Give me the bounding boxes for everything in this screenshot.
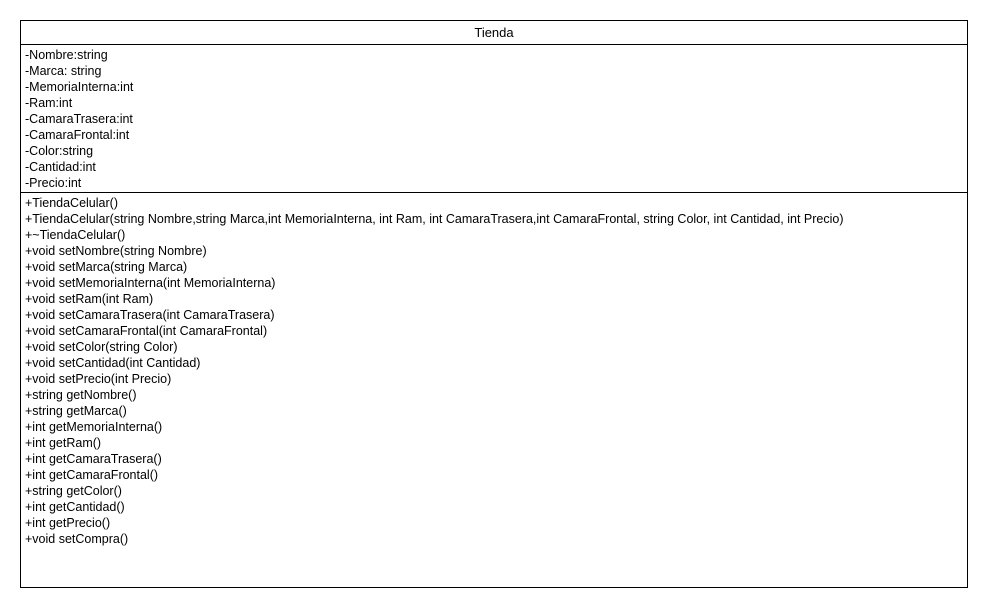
- method-row: +void setRam(int Ram): [25, 292, 154, 306]
- method-row: +void setMemoriaInterna(int MemoriaInter…: [25, 276, 276, 290]
- method-row: +void setCantidad(int Cantidad): [25, 356, 201, 370]
- attribute-row: -Precio:int: [25, 176, 82, 190]
- attribute-row: -Nombre:string: [25, 48, 108, 62]
- method-row: +void setColor(string Color): [25, 340, 178, 354]
- method-row: +void setCamaraTrasera(int CamaraTrasera…: [25, 308, 275, 322]
- attribute-row: -CamaraFrontal:int: [25, 128, 130, 142]
- method-row: +void setCamaraFrontal(int CamaraFrontal…: [25, 324, 268, 338]
- attribute-row: -Color:string: [25, 144, 94, 158]
- method-row: +string getColor(): [25, 484, 122, 498]
- method-row: +void setCompra(): [25, 532, 129, 546]
- method-row: +int getRam(): [25, 436, 102, 450]
- attribute-row: -Cantidad:int: [25, 160, 96, 174]
- methods-compartment: +TiendaCelular() +TiendaCelular(string No…: [21, 193, 967, 547]
- method-row: +void setMarca(string Marca): [25, 260, 188, 274]
- attributes-compartment: -Nombre:string -Marca: string -MemoriaInte…: [21, 45, 967, 193]
- uml-class-box: Tienda -Nombre:string -Marca: string -Memo…: [20, 20, 968, 588]
- attribute-row: -CamaraTrasera:int: [25, 112, 133, 126]
- attribute-row: -MemoriaInterna:int: [25, 80, 134, 94]
- method-row: +TiendaCelular(string Nombre,string Marc…: [25, 212, 844, 226]
- method-row: +void setPrecio(int Precio): [25, 372, 172, 386]
- method-row: +int getPrecio(): [25, 516, 111, 530]
- method-row: +int getMemoriaInterna(): [25, 420, 163, 434]
- method-row: +TiendaCelular(): [25, 196, 118, 210]
- method-row: +string getMarca(): [25, 404, 127, 418]
- attribute-row: -Ram:int: [25, 96, 73, 110]
- method-row: +int getCamaraTrasera(): [25, 452, 162, 466]
- attribute-row: -Marca: string: [25, 64, 102, 78]
- class-name: Tienda: [21, 21, 967, 45]
- method-row: +int getCantidad(): [25, 500, 125, 514]
- method-row: +void setNombre(string Nombre): [25, 244, 207, 258]
- method-row: +string getNombre(): [25, 388, 137, 402]
- method-row: +~TiendaCelular(): [25, 228, 126, 242]
- method-row: +int getCamaraFrontal(): [25, 468, 159, 482]
